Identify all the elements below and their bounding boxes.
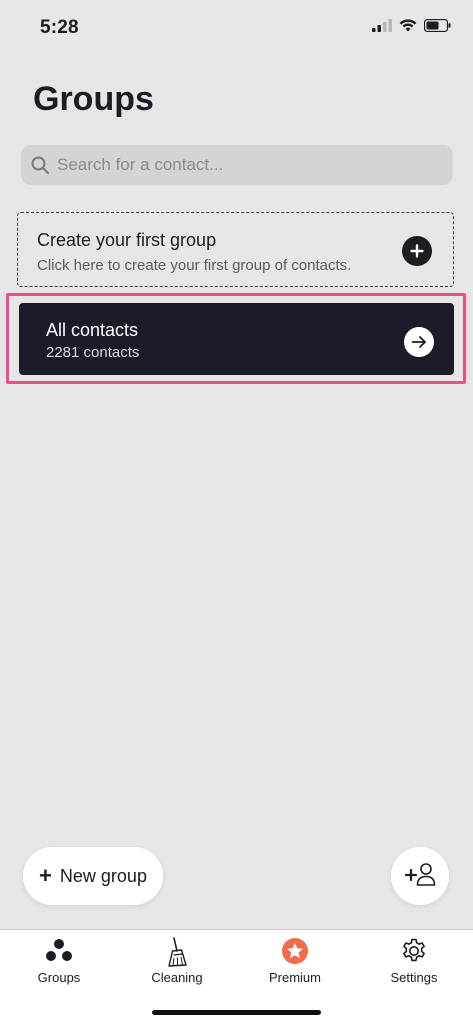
plus-circle-icon[interactable] [402,236,432,266]
all-contacts-card[interactable]: All contacts 2281 contacts [19,303,454,375]
search-input[interactable] [55,154,453,176]
tab-cleaning[interactable]: Cleaning [118,930,236,1000]
tab-premium[interactable]: Premium [236,930,354,1000]
tab-groups[interactable]: Groups [0,930,118,1000]
tab-settings-label: Settings [390,970,438,985]
status-icons [372,19,451,32]
tab-premium-label: Premium [268,970,321,985]
star-badge-icon [236,937,354,965]
create-group-title: Create your first group [37,230,217,250]
new-group-label: New group [59,865,147,886]
tab-bar: Groups Cleaning Premium Settings [0,929,473,1024]
add-person-icon [404,861,436,892]
broom-icon [118,937,236,967]
wifi-icon [399,19,417,32]
create-group-subtitle: Click here to create your first group of… [37,257,352,274]
page-title: Groups [33,80,154,118]
create-first-group-card[interactable]: Create your first group Click here to cr… [17,212,454,287]
search-bar[interactable] [21,145,453,185]
status-time: 5:28 [40,17,79,38]
tab-settings[interactable]: Settings [355,930,473,1000]
groups-icon [0,937,118,965]
tab-groups-label: Groups [37,970,81,985]
battery-icon [424,19,451,32]
all-contacts-count: 2281 contacts [46,344,140,361]
new-group-button[interactable]: + New group [23,847,163,905]
status-bar: 5:28 [0,0,473,56]
search-icon [30,155,50,175]
add-contact-button[interactable] [391,847,449,905]
arrow-right-icon[interactable] [404,327,434,357]
tab-cleaning-label: Cleaning [151,970,203,985]
cellular-signal-icon [372,19,392,32]
all-contacts-title: All contacts [46,320,139,340]
home-indicator [152,1010,321,1015]
plus-icon: + [39,863,52,888]
gear-icon [355,937,473,965]
